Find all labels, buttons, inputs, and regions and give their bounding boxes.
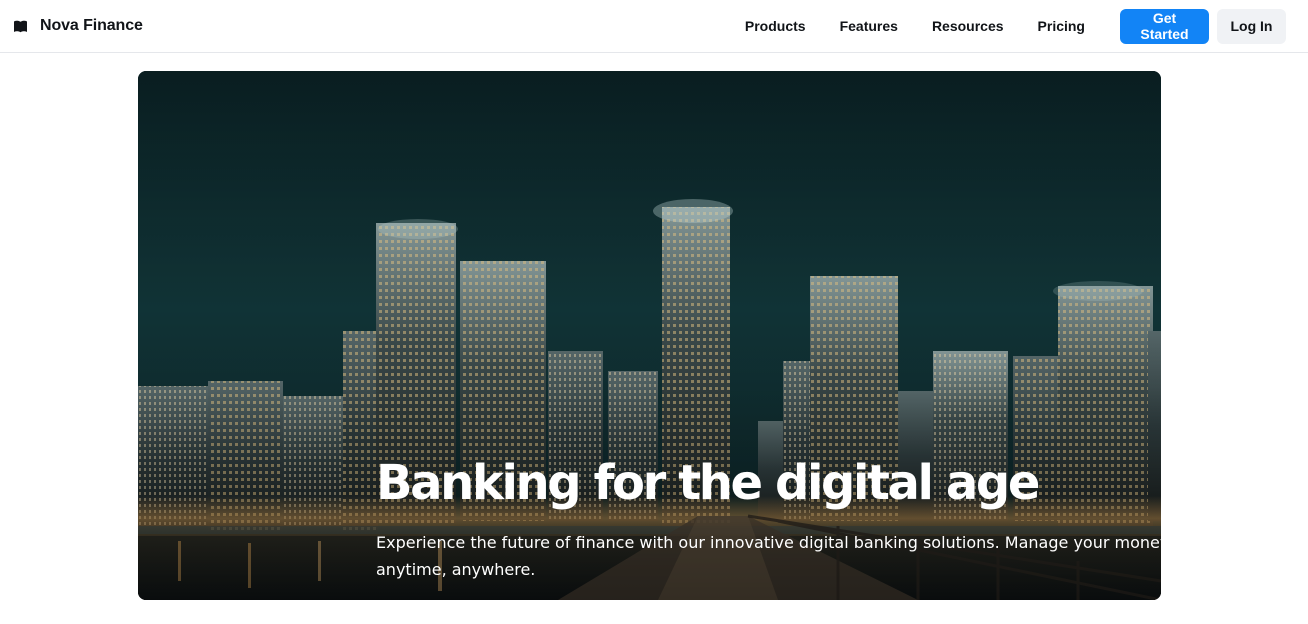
brand[interactable]: Nova Finance xyxy=(12,17,143,35)
nav-link-products[interactable]: Products xyxy=(728,18,823,34)
brand-name: Nova Finance xyxy=(40,17,143,34)
nav-links: Products Features Resources Pricing xyxy=(728,18,1102,34)
main-nav: Products Features Resources Pricing Get … xyxy=(728,8,1286,44)
hero-banner: Banking for the digital age Experience t… xyxy=(138,71,1161,600)
hero-subtitle: Experience the future of finance with ou… xyxy=(376,533,1161,579)
login-button[interactable]: Log In xyxy=(1217,8,1286,44)
nav-link-resources[interactable]: Resources xyxy=(915,18,1021,34)
hero-overlay xyxy=(138,71,1161,600)
nav-link-pricing[interactable]: Pricing xyxy=(1021,18,1102,34)
nav-link-features[interactable]: Features xyxy=(823,18,915,34)
book-icon xyxy=(12,18,28,34)
get-started-button[interactable]: Get Started xyxy=(1120,8,1209,44)
hero-title: Banking for the digital age xyxy=(376,455,1040,511)
top-nav-bar: Nova Finance Products Features Resources… xyxy=(0,0,1308,53)
